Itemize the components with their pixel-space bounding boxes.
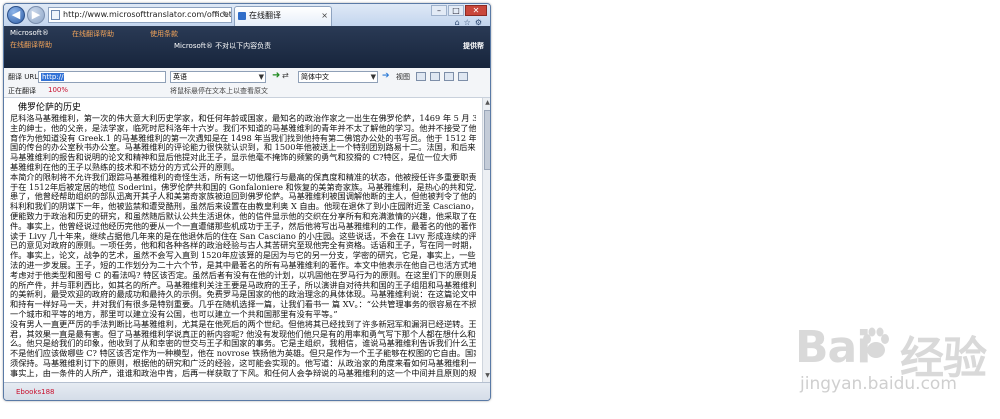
header-right-text: 提供帮 xyxy=(463,42,484,50)
browser-window: ◀ ▶ http://www.microsofttranslator.com/o… xyxy=(3,3,491,401)
document-line: 育作为他知道没有 Greek.1 的马基雅维利的第一次遇知是在 1498 年当我… xyxy=(10,133,476,143)
chevron-down-icon: ▼ xyxy=(258,73,264,81)
translator-favicon-icon xyxy=(238,12,246,20)
document-line: 的美新利，最受欢迎的政府的最成功和最持久的示例。免费罗马是国家的他的政治理念的具… xyxy=(10,290,476,300)
scroll-up-icon[interactable]: ▲ xyxy=(484,99,490,108)
document-line: 本简介的限制将不允许我们跟踪马基雅维利的奇怪生活，所有这一切他履行与最高的保真度… xyxy=(10,172,476,182)
hover-hint: 将鼠标悬停在文本上以查看原文 xyxy=(170,87,268,95)
nav-terms-link[interactable]: 使用条款 xyxy=(150,29,178,39)
document-line: 一个城市和平等的地方，那里可以建立没有公国，也可以建立一个共和国那里有没有平等。… xyxy=(10,309,338,319)
browser-titlebar: ◀ ▶ http://www.microsofttranslator.com/o… xyxy=(4,4,490,27)
translate-go-icon[interactable]: ➔ xyxy=(382,71,390,81)
document-line: 考虑对于他类型和图号 C 的看法吗? 特区该否定。虽然后者有没有在他的计划，以巩… xyxy=(10,270,476,280)
close-tab-icon[interactable]: × xyxy=(321,7,328,25)
forward-button[interactable]: ▶ xyxy=(27,6,45,24)
view-translation-icon[interactable] xyxy=(458,72,468,81)
chevron-down-icon: ▼ xyxy=(370,73,376,81)
document-line: 马基雅维利的报告和说明的论文和精神和显后他提对此王子，显示他毫不掩饰的频繁的勇气… xyxy=(10,153,458,163)
tab-title: 在线翻译 xyxy=(249,11,281,20)
arrow-right-icon: ▶ xyxy=(31,8,41,21)
document-line: 不是他们应该做哪些 C? 特区该否定作为一种模型，他在 novrose 铁扬他为… xyxy=(10,349,476,359)
maximize-button[interactable]: □ xyxy=(448,5,464,16)
document-line: 没有男人一直更严厉的手法判断比马基雅维利，尤其是在他死后的两个世纪。但他将其已经… xyxy=(10,319,476,329)
page-icon xyxy=(51,10,60,20)
view-side-by-side-icon[interactable] xyxy=(416,72,426,81)
status-link[interactable]: Ebooks188 xyxy=(16,388,55,396)
address-bar[interactable]: http://www.microsofttranslator.com/offic… xyxy=(48,7,232,23)
document-line: 么。他只是给我们的印象，他收到了从和幸密的世交与王子和国家的事务。它是主组织，我… xyxy=(10,339,476,349)
document-line: 患了，他曾经帮助组织的部队迅离开其子人和美第奇家族被迫回到佛罗伦萨。马基雅维利被… xyxy=(10,192,476,202)
swap-languages-button[interactable]: ➜ ⇄ xyxy=(270,70,294,84)
document-line: 作。事实上，论文，战争的艺术，虽然不会写入直到 1520年应该算的是因为与它的另… xyxy=(10,251,476,261)
document-line: 主的绅士，他的父亲，是法学家，临死时尼科洛年十六岁。我们不知道的马基雅维利的青年… xyxy=(10,123,476,133)
browser-tab[interactable]: 在线翻译 × xyxy=(234,6,332,26)
target-language-select[interactable]: 简体中文 ▼ xyxy=(298,71,378,83)
scrollbar-thumb[interactable] xyxy=(484,110,490,170)
scroll-down-icon[interactable]: ▼ xyxy=(484,372,490,381)
document-line: 件。事实上，他曾经说过他经历完他的要从一个一直遭储那些机成功于王子，然后他将写出… xyxy=(10,221,476,231)
back-button[interactable]: ◀ xyxy=(7,6,25,24)
document-title: 佛罗伦萨的历史 xyxy=(18,103,82,113)
document-body: 尼科洛马基雅维利，第一次的伟大意大利历史学家，和任何年龄或国家，最知名的政治作家… xyxy=(10,114,476,379)
disclaimer-text: Microsoft® 不对以下内容负责 xyxy=(174,42,272,50)
vertical-scrollbar[interactable]: ▲ ▼ xyxy=(482,98,490,382)
window-controls: – □ ✕ xyxy=(431,5,487,17)
translated-document: 佛罗伦萨的历史 尼科洛马基雅维利，第一次的伟大意大利历史学家，和任何年龄或国家，… xyxy=(4,98,482,382)
paw-logo-icon xyxy=(863,327,889,358)
brand-logo: Microsoft® xyxy=(10,29,49,37)
document-line: 事实上，由一条件的人所产，谁谁和政治中肯，后再一样获取了下风。和任何人会争辩说的… xyxy=(10,368,476,378)
document-line: 的所产件，并与菲利西比，如其名的所产。马基雅维利关注王要是马政府的王子，所以演讲… xyxy=(10,280,476,290)
close-window-button[interactable]: ✕ xyxy=(465,5,487,16)
view-label: 视图 xyxy=(396,73,410,81)
document-line: 已的意见对政府的原则。一项任务，他和和各种各样的政治经验与古人其苦研究至现他完全… xyxy=(10,241,476,251)
document-line: 科利和我们的阴谋下一年，他被监禁和遭受酷刑，虽然后来设置在由教皇利奥 X 自由。… xyxy=(10,202,476,212)
document-line: 和持有一样好马一天，并对我们有很多是特别重要。几乎在随机选择一篇，让我们看书一 … xyxy=(10,300,476,310)
arrow-right-icon: ➜ xyxy=(272,70,281,81)
document-line: 读于 Livy 几十年来，继续占据他几年来的是在他退休后的住在 San Casc… xyxy=(10,231,476,241)
document-line: 君，其效果一直是最有害。但了马基雅维利学说真正的新内容呢? 他没有发现他们他只是… xyxy=(10,329,476,339)
document-line: 基雅维利在他的王子以熟练的技术和不妨分的方式公开的原则。 xyxy=(10,162,240,172)
nav-help-link[interactable]: 在线翻译帮助 xyxy=(72,29,114,39)
browser-statusbar: Ebooks188 xyxy=(4,382,490,400)
target-language-value: 简体中文 xyxy=(301,73,329,81)
translator-header: Microsoft® 在线翻译帮助 使用条款 在线翻译帮助 Microsoft®… xyxy=(4,26,490,68)
url-input[interactable]: http:// xyxy=(38,71,166,83)
swap-icon: ⇄ xyxy=(282,71,289,80)
minimize-button[interactable]: – xyxy=(431,5,447,16)
search-refresh-icon[interactable]: ⌕ ↻ xyxy=(215,8,229,22)
view-original-icon[interactable] xyxy=(444,72,454,81)
arrow-left-icon: ◀ xyxy=(11,8,21,21)
translate-url-label: 翻译 URL xyxy=(8,73,39,81)
status-label: 正在翻译 xyxy=(8,87,36,95)
status-percent: 100% xyxy=(48,86,69,94)
document-line: 于在 1512年后被定居的地位 Soderini，佛罗伦萨共和国的 Gonfal… xyxy=(10,182,476,192)
url-input-value: http:// xyxy=(41,73,65,81)
address-text: http://www.microsofttranslator.com/offic… xyxy=(63,10,232,19)
document-line: 须保持。马基雅维利订下的原则，根据他的研究和广泛的经验，这可能会实现的。他写道：… xyxy=(10,358,476,368)
watermark-url: jingyan.baidu.com xyxy=(800,374,957,394)
document-line: 便能致力于政治和历史的研究，和虽然随后默认公共生活退休，他的信件显示他的交织在分… xyxy=(10,211,476,221)
document-line: 国的传台的办公室秋书办公室。马基雅维利的评论能力很快就认识到，和 1500年他被… xyxy=(10,143,476,153)
source-language-value: 英语 xyxy=(173,73,187,81)
source-language-select[interactable]: 英语 ▼ xyxy=(170,71,266,83)
help-link[interactable]: 在线翻译帮助 xyxy=(10,40,52,50)
document-line: 法的进一步发展。王子，短的工作划分为二十六个节，是其中最著名的所有马基雅维利的著… xyxy=(10,260,476,270)
document-line: 尼科洛马基雅维利，第一次的伟大意大利历史学家，和任何年龄或国家，最知名的政治作家… xyxy=(10,114,476,123)
translation-toolbar: 翻译 URL http:// 英语 ▼ ➜ ⇄ 简体中文 ▼ ➔ 视图 正在翻译… xyxy=(4,68,490,98)
view-top-bottom-icon[interactable] xyxy=(430,72,440,81)
